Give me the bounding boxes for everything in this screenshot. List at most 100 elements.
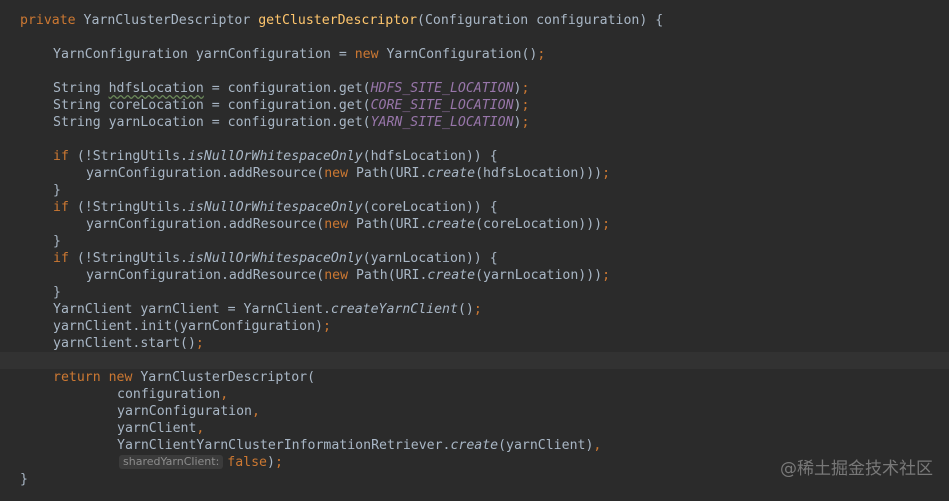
keyword-new: new — [108, 370, 133, 385]
code-line-1[interactable]: private YarnClusterDescriptor getCluster… — [0, 12, 949, 29]
keyword-false: false — [227, 455, 267, 470]
semicolon: ; — [602, 166, 611, 181]
code-line-7[interactable]: yarnConfiguration.addResource(new Path(U… — [0, 165, 949, 182]
code-text: YarnConfiguration yarnConfiguration = — [53, 47, 355, 62]
code-line-16[interactable]: yarnClient.init(yarnConfiguration); — [0, 318, 949, 335]
return-statement: return new YarnClusterDescriptor( — [53, 369, 315, 386]
current-line-highlight[interactable] — [0, 352, 949, 369]
semicolon: ; — [602, 217, 611, 232]
keyword-new: new — [324, 268, 349, 283]
method-signature: private YarnClusterDescriptor getCluster… — [20, 12, 663, 29]
code-text: ) — [266, 455, 275, 470]
argument: yarnConfiguration, — [117, 403, 260, 420]
code-text: (!StringUtils. — [68, 200, 188, 215]
code-text: yarnClient.init(yarnConfiguration) — [53, 319, 323, 334]
code-text: Path(URI. — [348, 166, 428, 181]
code-text: String coreLocation = configuration.get( — [53, 98, 371, 113]
static-method-call: create — [450, 438, 499, 453]
static-method-call: create — [427, 166, 476, 181]
if-statement: if (!StringUtils.isNullOrWhitespaceOnly(… — [53, 199, 498, 216]
argument: sharedYarnClient: false); — [119, 454, 283, 471]
closing-brace: } — [53, 183, 61, 198]
semicolon: ; — [602, 268, 611, 283]
code-line-13[interactable]: yarnConfiguration.addResource(new Path(U… — [0, 267, 949, 284]
code-line-21[interactable]: yarnClient, — [0, 420, 949, 437]
comma: , — [220, 387, 229, 402]
code-text: yarnConfiguration.addResource( — [86, 166, 325, 181]
variable-hdfs-location: hdfsLocation — [108, 81, 204, 96]
statement: yarnClient.init(yarnConfiguration); — [53, 318, 331, 335]
code-text: Path(URI. — [348, 268, 428, 283]
argument: yarnClient, — [117, 420, 204, 437]
code-text: Path(URI. — [348, 217, 428, 232]
code-text: (coreLocation)) { — [362, 200, 498, 215]
code-text: (yarnLocation))) — [475, 268, 603, 283]
semicolon: ; — [322, 319, 331, 334]
static-method-call: create — [427, 268, 476, 283]
code-line-17[interactable]: yarnClient.start(); — [0, 335, 949, 352]
method-params: (Configuration configuration) { — [417, 13, 664, 28]
keyword-if: if — [53, 149, 69, 164]
code-line-12[interactable]: if (!StringUtils.isNullOrWhitespaceOnly(… — [0, 250, 949, 267]
code-editor[interactable]: private YarnClusterDescriptor getCluster… — [0, 0, 949, 501]
constant-hdfs-site-location: HDFS_SITE_LOCATION — [370, 81, 514, 96]
comma: , — [196, 421, 205, 436]
keyword-private: private — [20, 13, 76, 28]
code-text: configuration — [117, 387, 221, 402]
code-line-5[interactable]: String yarnLocation = configuration.get(… — [0, 114, 949, 131]
code-line-4[interactable]: String coreLocation = configuration.get(… — [0, 97, 949, 114]
semicolon: ; — [521, 98, 530, 113]
code-text: YarnClusterDescriptor( — [132, 370, 316, 385]
code-line-20[interactable]: yarnConfiguration, — [0, 403, 949, 420]
comma: , — [593, 438, 602, 453]
code-line-18[interactable]: return new YarnClusterDescriptor( — [0, 369, 949, 386]
code-line-22[interactable]: YarnClientYarnClusterInformationRetrieve… — [0, 437, 949, 454]
statement: String hdfsLocation = configuration.get(… — [53, 80, 529, 97]
static-method-call: isNullOrWhitespaceOnly — [187, 200, 363, 215]
code-line-6[interactable]: if (!StringUtils.isNullOrWhitespaceOnly(… — [0, 148, 949, 165]
comma: , — [251, 404, 260, 419]
static-method-call: create — [427, 217, 476, 232]
code-text: (!StringUtils. — [68, 149, 188, 164]
if-statement: if (!StringUtils.isNullOrWhitespaceOnly(… — [53, 148, 498, 165]
code-text: yarnClient — [117, 421, 197, 436]
static-method-call: isNullOrWhitespaceOnly — [187, 251, 363, 266]
code-line-3[interactable]: String hdfsLocation = configuration.get(… — [0, 80, 949, 97]
statement: String coreLocation = configuration.get(… — [53, 97, 529, 114]
code-line-2[interactable]: YarnConfiguration yarnConfiguration = ne… — [0, 46, 949, 63]
code-text: yarnConfiguration — [117, 404, 252, 419]
if-statement: if (!StringUtils.isNullOrWhitespaceOnly(… — [53, 250, 498, 267]
code-line-19[interactable]: configuration, — [0, 386, 949, 403]
argument: YarnClientYarnClusterInformationRetrieve… — [117, 437, 601, 454]
code-line-10[interactable]: yarnConfiguration.addResource(new Path(U… — [0, 216, 949, 233]
code-text: () — [457, 302, 474, 317]
static-method-call: createYarnClient — [330, 302, 458, 317]
code-text: (hdfsLocation))) — [475, 166, 603, 181]
code-line-8[interactable]: } — [0, 182, 949, 199]
code-line-15[interactable]: YarnClient yarnClient = YarnClient.creat… — [0, 301, 949, 318]
semicolon: ; — [195, 336, 204, 351]
keyword-return: return — [53, 370, 101, 385]
semicolon: ; — [473, 302, 482, 317]
statement: YarnConfiguration yarnConfiguration = ne… — [53, 46, 545, 63]
code-line-9[interactable]: if (!StringUtils.isNullOrWhitespaceOnly(… — [0, 199, 949, 216]
watermark: @稀土掘金技术社区 — [780, 459, 933, 479]
keyword-new: new — [324, 217, 349, 232]
code-text: YarnClientYarnClusterInformationRetrieve… — [117, 438, 451, 453]
code-text: = configuration.get( — [203, 81, 371, 96]
statement: String yarnLocation = configuration.get(… — [53, 114, 529, 131]
code-line-14[interactable]: } — [0, 284, 949, 301]
code-text: (coreLocation))) — [475, 217, 603, 232]
code-line-11[interactable]: } — [0, 233, 949, 250]
statement: yarnConfiguration.addResource(new Path(U… — [86, 165, 610, 182]
statement: YarnClient yarnClient = YarnClient.creat… — [53, 301, 482, 318]
code-text: YarnConfiguration() — [378, 47, 538, 62]
static-method-call: isNullOrWhitespaceOnly — [187, 149, 363, 164]
code-text: yarnClient.start() — [53, 336, 196, 351]
closing-brace: } — [20, 472, 28, 487]
code-text: yarnConfiguration.addResource( — [86, 268, 325, 283]
keyword-if: if — [53, 251, 69, 266]
closing-brace: } — [53, 234, 61, 249]
semicolon: ; — [537, 47, 546, 62]
return-type: YarnClusterDescriptor — [83, 13, 251, 28]
